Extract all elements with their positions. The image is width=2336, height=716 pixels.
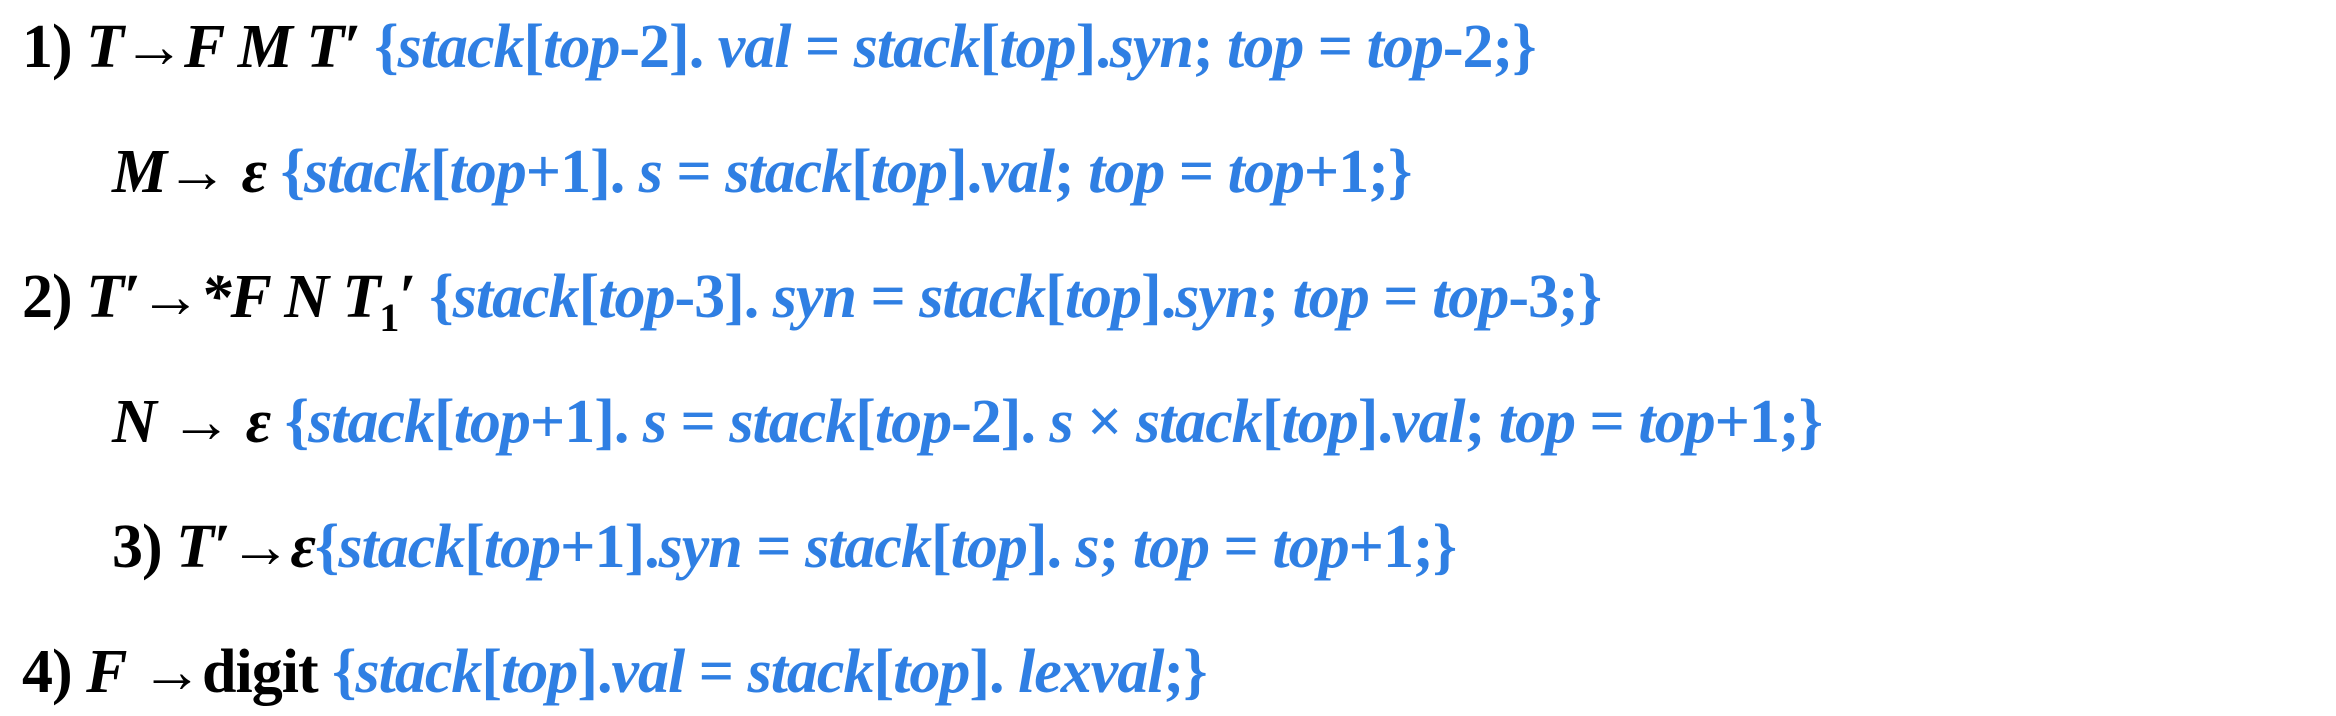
rule-1m-line: M→ ε {stack[top+1]. s = stack[top].val; …: [112, 138, 1413, 206]
rule-4-line: 4) F →digit {stack[top].val = stack[top]…: [22, 638, 1208, 706]
rule-2-rhs: *F N T1′: [200, 263, 415, 340]
rule-2n-arrow: →: [155, 388, 246, 456]
rule-2n-line: N → ε {stack[top+1]. s = stack[top-2]. s…: [112, 388, 1823, 456]
rule-3-line: 3) T′→ε{stack[top+1].syn = stack[top]. s…: [112, 513, 1457, 581]
times-sign: ×: [1072, 388, 1136, 456]
rule-1m-arrow: →: [166, 138, 242, 206]
rule-1-lhs: T: [86, 13, 124, 81]
rule-2-arrow: →: [139, 263, 201, 331]
rule-2n-rhs: ε: [245, 388, 271, 456]
rule-1m-rhs: ε: [241, 138, 267, 206]
rule-1m-action: {stack[top+1]. s = stack[top].val; top =…: [280, 138, 1413, 206]
rule-4-arrow: →: [126, 638, 203, 706]
rule-1-arrow: →: [123, 13, 185, 81]
rule-1-rhs: F M T′: [184, 13, 361, 81]
rule-1-action: {stack[top-2]. val = stack[top].syn; top…: [374, 13, 1536, 81]
rule-1-number: 1): [22, 13, 73, 81]
rule-2-lhs: T′: [86, 263, 140, 331]
slide: 1) T→F M T′ {stack[top-2]. val = stack[t…: [0, 0, 2336, 716]
subscript-one: 1: [379, 295, 399, 340]
rule-4-lhs: F: [86, 638, 127, 706]
rule-2-action: {stack[top-3]. syn = stack[top].syn; top…: [429, 263, 1602, 331]
rule-2n-lhs: N: [112, 388, 157, 456]
rule-4-action: {stack[top].val = stack[top]. lexval;}: [332, 638, 1207, 706]
rule-4-number: 4): [22, 638, 73, 706]
rule-3-number: 3): [112, 513, 163, 581]
rule-2n-action: {stack[top+1]. s = stack[top-2]. s × sta…: [284, 388, 1823, 456]
rule-3-arrow: →: [229, 513, 291, 581]
rule-3-lhs: T′: [176, 513, 230, 581]
rule-4-rhs: digit: [202, 638, 319, 706]
rule-3-rhs: ε: [290, 513, 315, 581]
rule-3-action: {stack[top+1].syn = stack[top]. s; top =…: [314, 513, 1457, 581]
rule-2-line: 2) T′→*F N T1′ {stack[top-3]. syn = stac…: [22, 263, 1602, 340]
rule-1-line: 1) T→F M T′ {stack[top-2]. val = stack[t…: [22, 13, 1537, 81]
rule-2-number: 2): [22, 263, 73, 331]
rule-1m-lhs: M: [112, 138, 167, 206]
